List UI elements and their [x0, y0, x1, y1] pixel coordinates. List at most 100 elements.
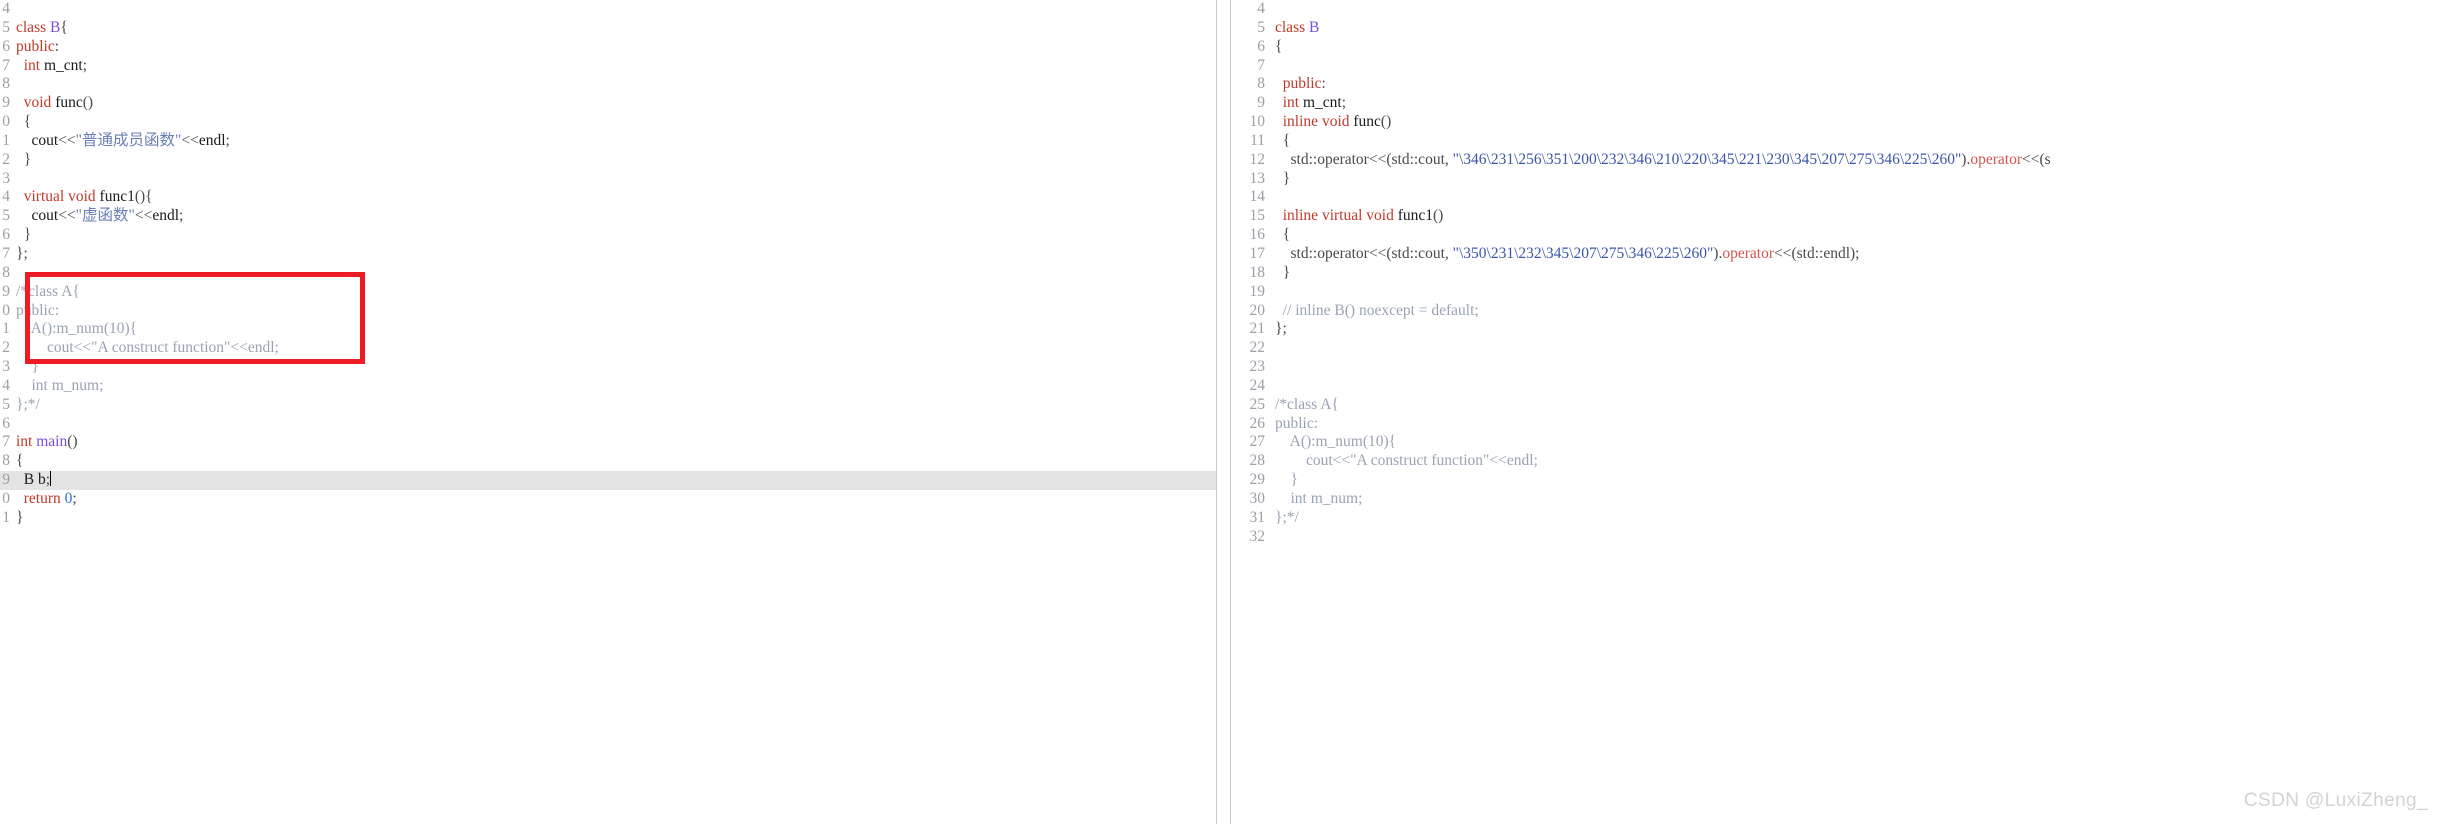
code-line[interactable]: 1 A():m_num(10){: [0, 320, 1216, 339]
code-text: }: [1275, 471, 1298, 490]
code-text: };: [1275, 320, 1287, 339]
line-number: 31: [1249, 508, 1266, 526]
code-line[interactable]: 24: [1231, 377, 2442, 396]
code-line[interactable]: 7};: [0, 245, 1216, 264]
code-line[interactable]: 27 A():m_num(10){: [1231, 433, 2442, 452]
expanded-pane-code[interactable]: 4 5 class B 6{7 8 public: 9 int m_cnt; 10 inli…: [1231, 0, 2442, 546]
code-token: {: [16, 452, 24, 470]
code-text: virtual void func1(){: [16, 188, 153, 207]
code-token: cout: [31, 207, 59, 225]
code-line[interactable]: 6 }: [0, 226, 1216, 245]
code-line[interactable]: 22: [1231, 339, 2442, 358]
code-line[interactable]: 8{: [0, 452, 1216, 471]
code-line[interactable]: 15 inline virtual void func1(): [1231, 207, 2442, 226]
code-line[interactable]: 31};*/: [1231, 509, 2442, 528]
code-text: int m_num;: [1275, 489, 1363, 509]
code-line[interactable]: 18 }: [1231, 264, 2442, 283]
code-token: };*/: [16, 395, 40, 413]
line-number: 4: [2, 0, 10, 17]
source-pane[interactable]: 4 5 class B{6 public: 7 int m_cnt; 8 9 void fu…: [0, 0, 1216, 824]
code-line[interactable]: 0 {: [0, 113, 1216, 132]
line-number: 6: [2, 226, 10, 244]
code-line[interactable]: 3 }: [0, 358, 1216, 377]
code-line[interactable]: 8: [0, 75, 1216, 94]
code-line[interactable]: 7 int main(): [0, 433, 1216, 452]
code-line[interactable]: 8: [0, 264, 1216, 283]
code-token: };: [16, 244, 28, 262]
code-text: }: [1275, 170, 1290, 189]
line-number: 29: [1249, 471, 1266, 489]
code-token: /*class A{: [16, 282, 80, 300]
code-line[interactable]: 7 int m_cnt;: [0, 57, 1216, 76]
code-line[interactable]: 8 public:: [1231, 75, 2442, 94]
pane-divider-left[interactable]: [1216, 0, 1217, 824]
code-line[interactable]: 4: [0, 0, 1216, 19]
code-token: "虚函数": [75, 207, 135, 225]
line-number: 0: [2, 301, 10, 319]
code-line[interactable]: 25 /*class A{: [1231, 396, 2442, 415]
expanded-pane[interactable]: 4 5 class B 6{7 8 public: 9 int m_cnt; 10 inli…: [1231, 0, 2442, 824]
code-line[interactable]: 14: [1231, 188, 2442, 207]
line-number: 11: [1250, 131, 1265, 149]
code-line[interactable]: 23: [1231, 358, 2442, 377]
line-number: 26: [1249, 414, 1266, 432]
line-number: 5: [2, 18, 10, 36]
code-line[interactable]: 4: [1231, 0, 2442, 19]
code-line[interactable]: 0 return 0;: [0, 490, 1216, 509]
code-line[interactable]: 10 inline void func(): [1231, 113, 2442, 132]
code-line[interactable]: 0 public:: [0, 302, 1216, 321]
code-token: <<(std::endl);: [1773, 244, 1860, 262]
line-number: 0: [2, 113, 10, 131]
code-line[interactable]: 30 int m_num;: [1231, 490, 2442, 509]
code-line[interactable]: 2 }: [0, 151, 1216, 170]
code-line[interactable]: 17 std::operator<<(std::cout, "\350\231\…: [1231, 245, 2442, 264]
code-token: func: [1353, 113, 1381, 131]
code-line[interactable]: 28 cout<<"A construct function"<<endl;: [1231, 452, 2442, 471]
code-line[interactable]: 5};*/: [0, 396, 1216, 415]
code-line[interactable]: 6: [0, 415, 1216, 434]
code-line[interactable]: 11 {: [1231, 132, 2442, 151]
code-line[interactable]: 16 {: [1231, 226, 2442, 245]
code-line[interactable]: 9 int m_cnt;: [1231, 94, 2442, 113]
code-line[interactable]: 6 public:: [0, 38, 1216, 57]
code-line[interactable]: 26 public:: [1231, 415, 2442, 434]
code-line[interactable]: 29 }: [1231, 471, 2442, 490]
code-token: "\350\231\232\345\207\275\346\225\260": [1452, 244, 1714, 262]
code-line[interactable]: 4 virtual void func1(){: [0, 188, 1216, 207]
code-line[interactable]: 5 class B{: [0, 19, 1216, 38]
line-number: 10: [1249, 113, 1266, 131]
code-line[interactable]: 5 class B: [1231, 19, 2442, 38]
code-line[interactable]: 20 // inline B() noexcept = default;: [1231, 302, 2442, 321]
source-pane-code[interactable]: 4 5 class B{6 public: 7 int m_cnt; 8 9 void fu…: [0, 0, 1216, 528]
code-line[interactable]: 9 B b;: [0, 471, 1216, 490]
code-token: int m_num;: [1275, 489, 1363, 507]
code-line[interactable]: 21};: [1231, 320, 2442, 339]
line-number: 19: [1249, 282, 1266, 300]
code-token: }: [16, 508, 24, 526]
code-token: ).: [1961, 150, 1971, 168]
code-line[interactable]: 1}: [0, 509, 1216, 528]
code-text: cout<<"普通成员函数"<<endl;: [16, 132, 230, 151]
line-number: 32: [1249, 527, 1266, 545]
code-text: B b;: [16, 471, 52, 490]
code-line[interactable]: 5 cout<<"虚函数"<<endl;: [0, 207, 1216, 226]
code-line[interactable]: 19: [1231, 283, 2442, 302]
line-number: 9: [1257, 94, 1265, 112]
code-text: cout<<"A construct function"<<endl;: [1275, 452, 1538, 471]
code-text: {: [1275, 38, 1282, 57]
code-token: inline: [1282, 113, 1319, 131]
code-line[interactable]: 12 std::operator<<(std::cout, "\346\231\…: [1231, 151, 2442, 170]
code-line[interactable]: 2 cout<<"A construct function"<<endl;: [0, 339, 1216, 358]
code-line[interactable]: 32: [1231, 528, 2442, 547]
code-line[interactable]: 9 /*class A{: [0, 283, 1216, 302]
code-line[interactable]: 3: [0, 170, 1216, 189]
code-line[interactable]: 4 int m_num;: [0, 377, 1216, 396]
code-line[interactable]: 13 }: [1231, 170, 2442, 189]
code-token: B: [1309, 18, 1320, 36]
code-line[interactable]: 1 cout<<"普通成员函数"<<endl;: [0, 132, 1216, 151]
code-line[interactable]: 7: [1231, 57, 2442, 76]
code-line[interactable]: 9 void func(): [0, 94, 1216, 113]
code-line[interactable]: 6{: [1231, 38, 2442, 57]
